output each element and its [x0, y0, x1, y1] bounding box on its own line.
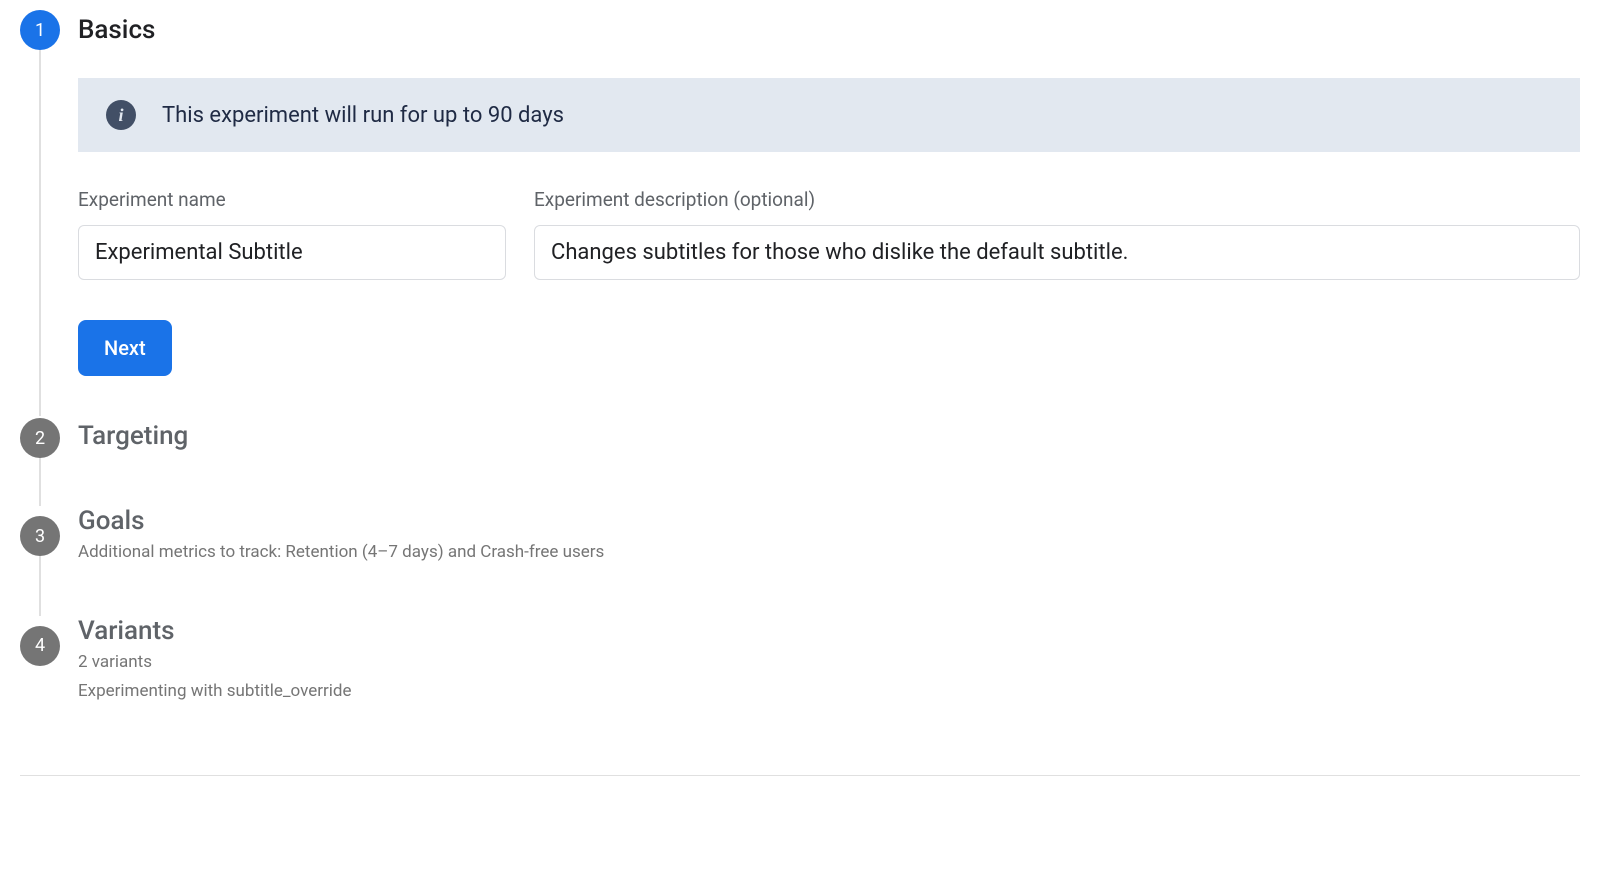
form-group-desc: Experiment description (optional)	[534, 188, 1580, 280]
form-row: Experiment name Experiment description (…	[78, 188, 1580, 280]
stepper: 1 Basics i This experiment will run for …	[20, 10, 1580, 755]
next-button[interactable]: Next	[78, 320, 172, 376]
step-title-basics: Basics	[78, 15, 1580, 45]
step-content-basics: i This experiment will run for up to 90 …	[78, 78, 1580, 376]
experiment-name-label: Experiment name	[78, 188, 506, 211]
divider	[20, 775, 1580, 776]
step-number-goals: 3	[20, 516, 60, 556]
step-header-targeting: Targeting	[78, 416, 1580, 456]
experiment-name-input[interactable]	[78, 225, 506, 280]
step-header-variants: Variants 2 variants Experimenting with s…	[78, 616, 1580, 705]
experiment-desc-input[interactable]	[534, 225, 1580, 280]
step-number-basics: 1	[20, 10, 60, 50]
info-banner-text: This experiment will run for up to 90 da…	[162, 103, 564, 128]
step-number-targeting: 2	[20, 418, 60, 458]
info-banner: i This experiment will run for up to 90 …	[78, 78, 1580, 152]
step-basics: 1 Basics i This experiment will run for …	[20, 10, 1580, 416]
step-targeting[interactable]: 2 Targeting	[20, 416, 1580, 506]
step-header-basics: Basics	[78, 10, 1580, 50]
step-header-goals: Goals Additional metrics to track: Reten…	[78, 506, 1580, 566]
step-title-variants: Variants	[78, 616, 1580, 646]
step-title-targeting: Targeting	[78, 421, 1580, 451]
experiment-desc-label: Experiment description (optional)	[534, 188, 1580, 211]
step-title-goals: Goals	[78, 506, 1580, 536]
step-variants[interactable]: 4 Variants 2 variants Experimenting with…	[20, 616, 1580, 755]
form-group-name: Experiment name	[78, 188, 506, 280]
step-number-variants: 4	[20, 626, 60, 666]
step-subtitle-goals: Additional metrics to track: Retention (…	[78, 540, 1580, 566]
step-subtitle-variants-2: Experimenting with subtitle_override	[78, 679, 1580, 705]
step-subtitle-variants-1: 2 variants	[78, 650, 1580, 676]
info-icon: i	[106, 100, 136, 130]
step-goals[interactable]: 3 Goals Additional metrics to track: Ret…	[20, 506, 1580, 616]
